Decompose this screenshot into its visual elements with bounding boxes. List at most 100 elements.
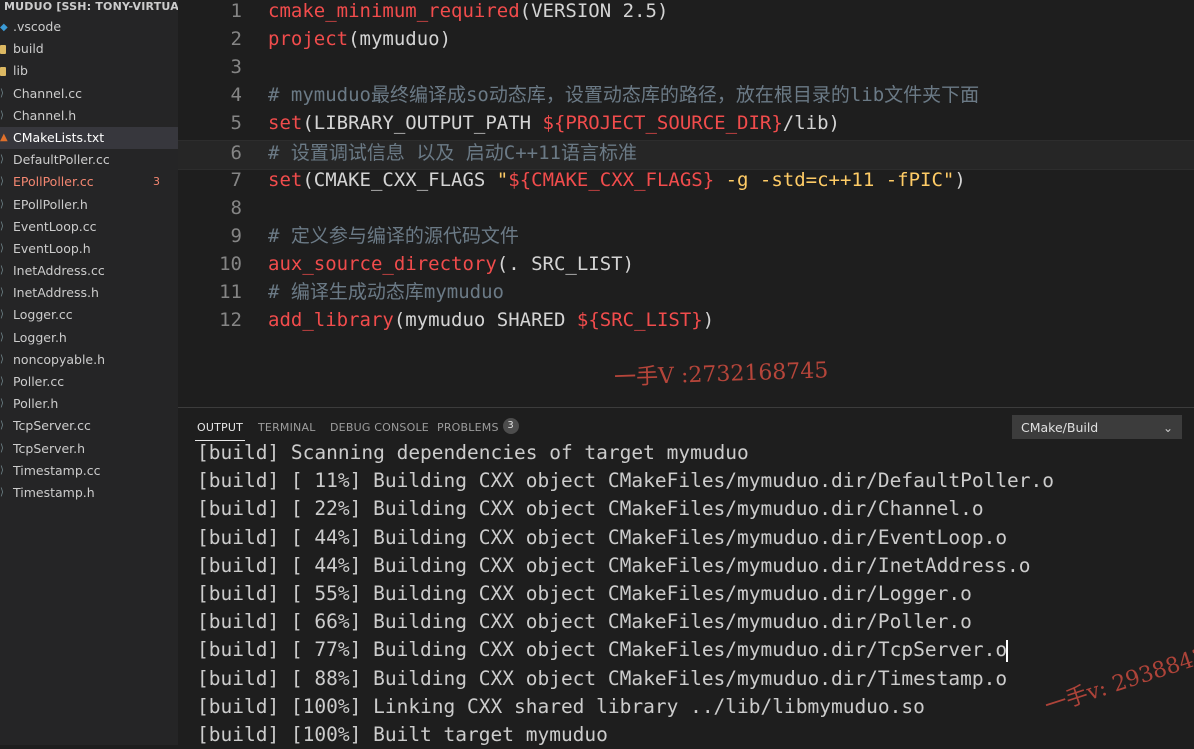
- code-token: add_library: [268, 309, 394, 332]
- code-line[interactable]: 5 set(LIBRARY_OUTPUT_PATH ${PROJECT_SOURC…: [178, 111, 1194, 139]
- code-line[interactable]: 12 add_library(mymuduo SHARED ${SRC_LIST}…: [178, 308, 1194, 336]
- code-token: # mymuduo最终编译成so动态库，设置动态库的路径，放在根目录的lib文件…: [268, 84, 980, 107]
- code-line[interactable]: 1 cmake_minimum_required(VERSION 2.5): [178, 0, 1194, 27]
- line-number: 8: [230, 196, 242, 219]
- file-label: noncopyable.h: [13, 351, 105, 367]
- file-label: EPollPoller.h: [13, 196, 88, 212]
- file-item[interactable]: ⟩ EventLoop.cc: [0, 216, 178, 238]
- cpp-file-icon: ⟩: [0, 265, 4, 277]
- line-number: 7: [230, 168, 242, 191]
- file-item[interactable]: ⟩ TcpServer.cc: [0, 415, 178, 437]
- file-item[interactable]: ⟩ Timestamp.h: [0, 482, 178, 504]
- file-item[interactable]: ⟩ DefaultPoller.cc: [0, 149, 178, 171]
- header-file-icon: ⟩: [0, 242, 4, 254]
- watermark-text-2: 一手v: 293884337: [1041, 634, 1194, 720]
- bottom-panel: OUTPUT TERMINAL DEBUG CONSOLE PROBLEMS 3 CMa…: [178, 407, 1194, 746]
- file-item[interactable]: ⟩ Logger.h: [0, 327, 178, 349]
- output-text: [build] [ 22%] Building CXX object CMake…: [197, 497, 984, 521]
- code-token: ${PROJECT_SOURCE_DIR}: [542, 112, 783, 135]
- folder-icon: [0, 45, 6, 55]
- file-item[interactable]: ⟩ Channel.cc: [0, 83, 178, 105]
- code-line[interactable]: 9 # 定义参与编译的源代码文件: [178, 224, 1194, 252]
- file-item[interactable]: ⟩ InetAddress.h: [0, 282, 178, 304]
- file-item[interactable]: ⟩ TcpServer.h: [0, 438, 178, 460]
- line-number: 3: [230, 56, 242, 79]
- output-text: [build] [ 88%] Building CXX object CMake…: [197, 666, 1008, 690]
- code-token: aux_source_directory: [268, 252, 497, 275]
- code-token: # 设置调试信息 以及 启动C++11语言标准: [268, 141, 637, 164]
- code-line[interactable]: 10 aux_source_directory(. SRC_LIST): [178, 252, 1194, 280]
- code-token: (VERSION 2.5): [519, 0, 669, 22]
- tab-label: DEBUG CONSOLE: [330, 421, 429, 434]
- header-file-icon: ⟩: [0, 442, 4, 454]
- file-label: Poller.cc: [13, 374, 65, 389]
- file-item[interactable]: ⟩ Timestamp.cc: [0, 460, 178, 482]
- code-line[interactable]: 2 project(mymuduo): [178, 27, 1194, 55]
- file-label: InetAddress.cc: [13, 263, 105, 279]
- code-line[interactable]: 3: [178, 55, 1194, 83]
- code-line[interactable]: 4 # mymuduo最终编译成so动态库，设置动态库的路径，放在根目录的lib文…: [178, 83, 1194, 111]
- file-label: TcpServer.h: [13, 440, 86, 456]
- code-text: # mymuduo最终编译成so动态库，设置动态库的路径，放在根目录的lib文件…: [268, 83, 979, 107]
- file-item[interactable]: ⟩ Poller.h: [0, 393, 178, 415]
- file-label: .vscode: [13, 19, 62, 34]
- line-number: 9: [230, 224, 242, 247]
- line-number: 1: [230, 0, 242, 22]
- cmake-file-icon: ▲: [0, 131, 8, 143]
- code-token: # 编译生成动态库mymuduo: [268, 281, 504, 303]
- file-item[interactable]: ▲ CMakeLists.txt: [0, 126, 178, 150]
- code-token: (mymuduo): [348, 28, 452, 51]
- line-number: 4: [230, 84, 242, 107]
- cpp-file-icon: ⟩: [0, 176, 4, 188]
- file-label: EPollPoller.cc: [13, 174, 94, 190]
- header-file-icon: ⟩: [0, 198, 4, 210]
- explorer-sidebar: MUDUO [SSH: TONY-VIRTUAL-... ◆ .vscode bui…: [0, 0, 178, 745]
- tab-output[interactable]: OUTPUT: [194, 421, 246, 441]
- code-token: cmake_minimum_required: [268, 0, 520, 22]
- output-channel-label: CMake/Build: [1021, 420, 1099, 435]
- cpp-file-icon: ⟩: [0, 309, 4, 321]
- file-label: TcpServer.cc: [13, 418, 91, 434]
- file-label: lib: [13, 63, 28, 79]
- header-file-icon: ⟩: [0, 486, 4, 498]
- file-label: Poller.h: [13, 396, 59, 412]
- code-line[interactable]: 11 # 编译生成动态库mymuduo: [178, 280, 1194, 308]
- tab-problems[interactable]: PROBLEMS 3: [437, 418, 519, 434]
- output-line: [build] [ 44%] Building CXX object CMake…: [197, 552, 1031, 580]
- file-label: Timestamp.h: [13, 484, 95, 500]
- output-channel-select[interactable]: CMake/Build ⌄: [1012, 415, 1182, 439]
- file-item[interactable]: ⟩ EPollPoller.cc 3: [0, 171, 178, 193]
- tab-debug-console[interactable]: DEBUG CONSOLE: [330, 421, 429, 434]
- line-number: 11: [219, 281, 242, 303]
- file-item[interactable]: ◆ .vscode: [0, 16, 178, 38]
- code-token: project: [268, 28, 349, 51]
- code-token: /lib): [782, 112, 840, 135]
- code-line[interactable]: 6 # 设置调试信息 以及 启动C++11语言标准: [178, 139, 1194, 170]
- code-line[interactable]: 8: [178, 196, 1194, 224]
- file-label: CMakeLists.txt: [13, 129, 105, 145]
- file-item[interactable]: ⟩ Channel.h: [0, 105, 178, 127]
- file-item[interactable]: ⟩ Poller.cc: [0, 371, 178, 393]
- chevron-down-icon[interactable]: ⌄: [1163, 416, 1173, 440]
- output-text: [build] [100%] Linking CXX shared librar…: [197, 694, 925, 718]
- code-line[interactable]: 7 set(CMAKE_CXX_FLAGS "${CMAKE_CXX_FLAGS}…: [178, 168, 1194, 196]
- code-editor[interactable]: 1 cmake_minimum_required(VERSION 2.5) 2 pro…: [178, 0, 1194, 407]
- folder-icon: [0, 67, 6, 77]
- file-label: Timestamp.cc: [13, 462, 101, 478]
- file-item[interactable]: lib: [0, 60, 178, 82]
- file-item[interactable]: ⟩ noncopyable.h: [0, 349, 178, 371]
- file-label: InetAddress.h: [13, 285, 99, 301]
- file-item[interactable]: ⟩ EPollPoller.h: [0, 194, 178, 216]
- cpp-file-icon: ⟩: [0, 420, 4, 432]
- explorer-title: MUDUO [SSH: TONY-VIRTUAL-...: [4, 0, 178, 13]
- line-number: 2: [230, 28, 242, 51]
- tab-terminal[interactable]: TERMINAL: [258, 421, 316, 434]
- file-item[interactable]: ⟩ Logger.cc: [0, 304, 178, 326]
- file-item[interactable]: ⟩ InetAddress.cc: [0, 260, 178, 282]
- code-token: ${CMAKE_CXX_FLAGS}: [508, 168, 715, 191]
- file-item[interactable]: ⟩ EventLoop.h: [0, 238, 178, 260]
- file-label: Channel.cc: [13, 85, 83, 101]
- file-label: EventLoop.h: [13, 240, 91, 256]
- file-item[interactable]: build: [0, 38, 178, 60]
- cpp-file-icon: ⟩: [0, 376, 4, 387]
